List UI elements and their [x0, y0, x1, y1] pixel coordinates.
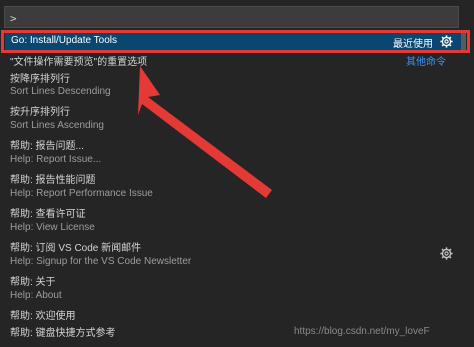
command-item-9-primary[interactable]: 帮助: 键盘快捷方式参考	[10, 324, 116, 339]
other-commands-label: 其他命令	[406, 57, 446, 68]
command-item-6-secondary: Help: Signup for the VS Code Newsletter	[10, 256, 192, 267]
command-item-4-primary[interactable]: 帮助: 报告性能问题	[10, 171, 96, 186]
command-item-3-primary[interactable]: 帮助: 报告问题...	[10, 137, 84, 152]
command-item-6-primary[interactable]: 帮助: 订阅 VS Code 新闻邮件	[10, 239, 141, 254]
highlight-box	[1, 30, 470, 53]
command-item-5-secondary: Help: View License	[10, 222, 95, 233]
command-item-1-secondary: Sort Lines Descending	[10, 86, 111, 97]
command-item-2-secondary: Sort Lines Ascending	[10, 120, 104, 131]
watermark-text: https://blog.csdn.net/my_loveF	[294, 326, 430, 337]
command-input[interactable]	[5, 8, 458, 29]
command-item-0-primary[interactable]: "文件操作需要预览"的重置选项	[10, 53, 147, 68]
command-item-8-primary[interactable]: 帮助: 欢迎使用	[10, 307, 76, 322]
command-item-7-primary[interactable]: 帮助: 关于	[10, 273, 56, 288]
command-item-2-primary[interactable]: 按升序排列行	[10, 103, 70, 118]
command-palette: Go: Install/Update Tools 最近使用 其他命令 "文件操作…	[0, 0, 474, 347]
command-item-5-primary[interactable]: 帮助: 查看许可证	[10, 205, 86, 220]
command-item-3-secondary: Help: Report Issue...	[10, 154, 102, 165]
command-item-7-secondary: Help: About	[10, 290, 62, 301]
command-item-1-primary[interactable]: 按降序排列行	[10, 70, 70, 85]
command-input-container[interactable]	[4, 6, 459, 29]
gear-icon[interactable]	[440, 247, 453, 260]
command-item-4-secondary: Help: Report Performance Issue	[10, 188, 153, 199]
